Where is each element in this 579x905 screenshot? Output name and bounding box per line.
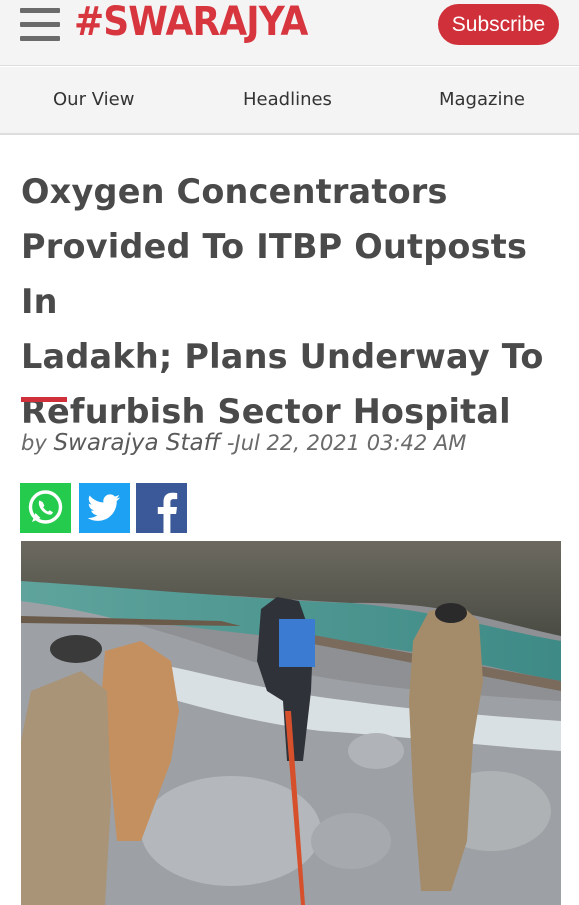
byline: by Swarajya Staff -Jul 22, 2021 03:42 AM (21, 430, 466, 456)
nav-headlines[interactable]: Headlines (243, 89, 332, 110)
site-logo[interactable]: #SWARAJYA (74, 0, 308, 45)
facebook-icon (157, 492, 178, 533)
article-title: Oxygen Concentrators Provided To ITBP Ou… (21, 164, 566, 439)
hamburger-menu-icon[interactable] (20, 7, 60, 41)
nav-magazine[interactable]: Magazine (439, 89, 525, 110)
title-line: Ladakh; Plans Underway To (21, 337, 544, 376)
title-line: Provided To ITBP Outposts In (21, 227, 528, 321)
byline-prefix: by (21, 431, 47, 455)
facebook-share-button[interactable] (136, 483, 187, 533)
article-hero-image (21, 541, 561, 905)
whatsapp-share-button[interactable] (20, 483, 71, 533)
twitter-share-button[interactable] (79, 483, 130, 533)
twitter-icon (87, 494, 121, 521)
subscribe-button[interactable]: Subscribe (438, 4, 559, 45)
title-line: Oxygen Concentrators (21, 172, 448, 211)
author-link[interactable]: Swarajya Staff (53, 430, 220, 456)
nav-our-view[interactable]: Our View (53, 89, 134, 110)
whatsapp-icon (28, 490, 63, 524)
publish-date: Jul 22, 2021 03:42 AM (234, 431, 467, 455)
date-separator: - (226, 431, 235, 455)
top-header: #SWARAJYA Subscribe (0, 0, 579, 66)
photo-itbp-personnel-crossing-river (21, 541, 561, 905)
title-accent-bar (21, 397, 67, 402)
section-nav: Our View Headlines Magazine (0, 67, 579, 135)
